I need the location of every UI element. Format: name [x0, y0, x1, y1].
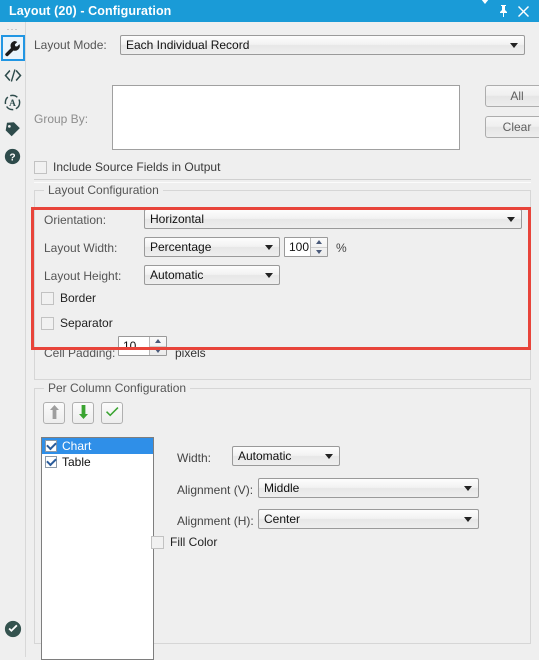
- tool-rail: ··· A ?: [0, 22, 26, 657]
- layout-mode-label: Layout Mode:: [34, 38, 107, 52]
- layout-width-amount-stepper[interactable]: 100: [284, 237, 328, 257]
- fill-color-row[interactable]: Fill Color: [151, 535, 217, 549]
- fill-color-checkbox[interactable]: [151, 535, 164, 549]
- configuration-window: Layout (20) - Configuration ··· A ? Layo…: [0, 0, 539, 660]
- layout-width-select[interactable]: Percentage: [144, 237, 280, 257]
- layout-configuration-title: Layout Configuration: [44, 183, 163, 197]
- svg-text:A: A: [9, 98, 16, 108]
- column-width-label: Width:: [177, 451, 212, 465]
- column-checkbox[interactable]: [45, 440, 57, 452]
- border-label: Border: [60, 291, 97, 305]
- orientation-select[interactable]: Horizontal: [144, 209, 522, 229]
- layout-mode-value: Each Individual Record: [126, 38, 250, 52]
- alignment-v-select[interactable]: Middle: [258, 478, 479, 498]
- check-all-button[interactable]: [101, 402, 123, 424]
- list-item[interactable]: Table: [42, 454, 153, 470]
- orientation-value: Horizontal: [150, 212, 205, 226]
- column-width-value: Automatic: [238, 449, 292, 463]
- column-checkbox[interactable]: [45, 456, 57, 468]
- checkmark-icon: [105, 406, 119, 421]
- alignment-h-value: Center: [264, 512, 301, 526]
- tag-icon: [4, 121, 21, 138]
- svg-text:?: ?: [9, 152, 15, 163]
- layout-mode-select[interactable]: Each Individual Record: [120, 35, 525, 55]
- list-item-label: Table: [62, 455, 91, 469]
- move-down-button[interactable]: [72, 402, 94, 424]
- layout-width-value: Percentage: [150, 240, 212, 254]
- layout-height-select[interactable]: Automatic: [144, 265, 280, 285]
- title-bar: Layout (20) - Configuration: [0, 0, 539, 22]
- border-row[interactable]: Border: [41, 291, 96, 305]
- chevron-down-icon: [507, 217, 515, 222]
- chevron-down-icon: [464, 517, 472, 522]
- help-icon: ?: [4, 148, 21, 165]
- fill-color-label: Fill Color: [170, 535, 218, 549]
- check-circle-icon: [4, 620, 22, 641]
- stepper-up-icon[interactable]: [150, 337, 166, 347]
- stepper-up-icon[interactable]: [311, 238, 327, 248]
- move-up-button[interactable]: [43, 402, 65, 424]
- rail-item-annotation[interactable]: A: [1, 89, 25, 115]
- include-source-fields-checkbox[interactable]: [34, 160, 47, 174]
- orientation-label: Orientation:: [44, 213, 107, 227]
- rail-item-help[interactable]: ?: [1, 143, 25, 169]
- border-checkbox[interactable]: [41, 291, 54, 305]
- chevron-down-icon: [464, 486, 472, 491]
- layout-height-value: Automatic: [150, 268, 204, 282]
- wrench-icon: [4, 40, 21, 57]
- include-source-fields-row[interactable]: Include Source Fields in Output: [34, 160, 220, 174]
- rail-item-apply[interactable]: [0, 620, 26, 641]
- layout-mode-row: Layout Mode: Each Individual Record: [34, 35, 531, 55]
- group-by-label: Group By:: [34, 112, 89, 126]
- annotation-icon: A: [4, 94, 21, 111]
- stepper-down-icon[interactable]: [150, 347, 166, 356]
- rail-grip: ···: [6, 24, 19, 34]
- alignment-v-value: Middle: [264, 481, 300, 495]
- close-icon[interactable]: [518, 5, 529, 17]
- cell-padding-value: 10: [123, 339, 137, 353]
- layout-height-label: Layout Height:: [44, 269, 122, 283]
- rail-item-wrench[interactable]: [0, 35, 25, 61]
- down-arrow-icon: [78, 404, 89, 422]
- column-listbox[interactable]: Chart Table: [41, 437, 154, 660]
- include-source-fields-label: Include Source Fields in Output: [53, 160, 221, 174]
- layout-width-amount-value: 100: [289, 240, 310, 254]
- layout-width-label: Layout Width:: [44, 241, 118, 255]
- pin-icon[interactable]: [498, 5, 509, 17]
- code-icon: [3, 68, 22, 83]
- stepper-down-icon[interactable]: [311, 248, 327, 257]
- group-by-listbox[interactable]: [112, 85, 460, 150]
- group-by-all-button[interactable]: All: [485, 85, 539, 107]
- cell-padding-label: Cell Padding:: [44, 346, 116, 360]
- separator-label: Separator: [60, 316, 113, 330]
- chevron-down-icon: [510, 43, 518, 48]
- up-arrow-icon: [49, 404, 60, 422]
- layout-width-unit: %: [336, 241, 347, 255]
- cell-padding-unit: pixels: [175, 346, 206, 360]
- rail-item-code[interactable]: [1, 62, 25, 88]
- alignment-h-label: Alignment (H):: [177, 514, 254, 528]
- list-item-label: Chart: [62, 439, 92, 453]
- chevron-down-icon: [325, 454, 333, 459]
- chevron-down-icon: [265, 273, 273, 278]
- chevron-down-icon[interactable]: [481, 0, 489, 18]
- list-item[interactable]: Chart: [42, 438, 153, 454]
- cell-padding-stepper[interactable]: 10: [118, 336, 167, 356]
- separator-checkbox[interactable]: [41, 316, 54, 330]
- alignment-v-label: Alignment (V):: [177, 483, 254, 497]
- content-area: Layout Mode: Each Individual Record Grou…: [26, 22, 539, 660]
- separator-row[interactable]: Separator: [41, 316, 113, 330]
- rail-item-tag[interactable]: [1, 116, 25, 142]
- alignment-h-select[interactable]: Center: [258, 509, 479, 529]
- group-by-clear-button[interactable]: Clear: [485, 116, 539, 138]
- chevron-down-icon: [265, 245, 273, 250]
- window-title: Layout (20) - Configuration: [9, 4, 172, 18]
- per-column-configuration-title: Per Column Configuration: [44, 381, 191, 395]
- column-width-select[interactable]: Automatic: [232, 446, 340, 466]
